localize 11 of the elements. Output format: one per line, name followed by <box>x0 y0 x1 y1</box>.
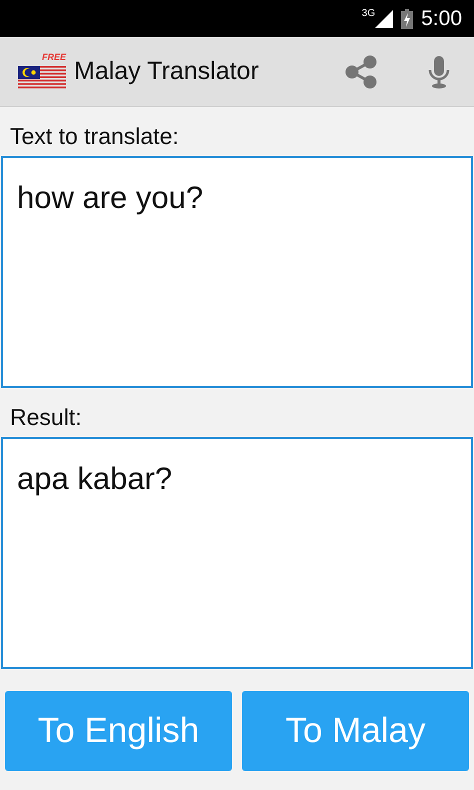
battery-icon <box>401 8 414 28</box>
result-label: Result: <box>9 403 83 432</box>
app-title: Malay Translator <box>74 57 260 86</box>
network-label: 3G <box>362 8 376 19</box>
signal-icon <box>375 10 394 28</box>
result-field[interactable]: apa kabar? <box>1 437 473 669</box>
flag-icon <box>18 66 66 90</box>
logo-free-label: FREE <box>42 52 66 62</box>
input-field[interactable]: how are you? <box>1 156 473 388</box>
clock: 5:00 <box>421 6 462 30</box>
input-label: Text to translate: <box>9 122 180 151</box>
